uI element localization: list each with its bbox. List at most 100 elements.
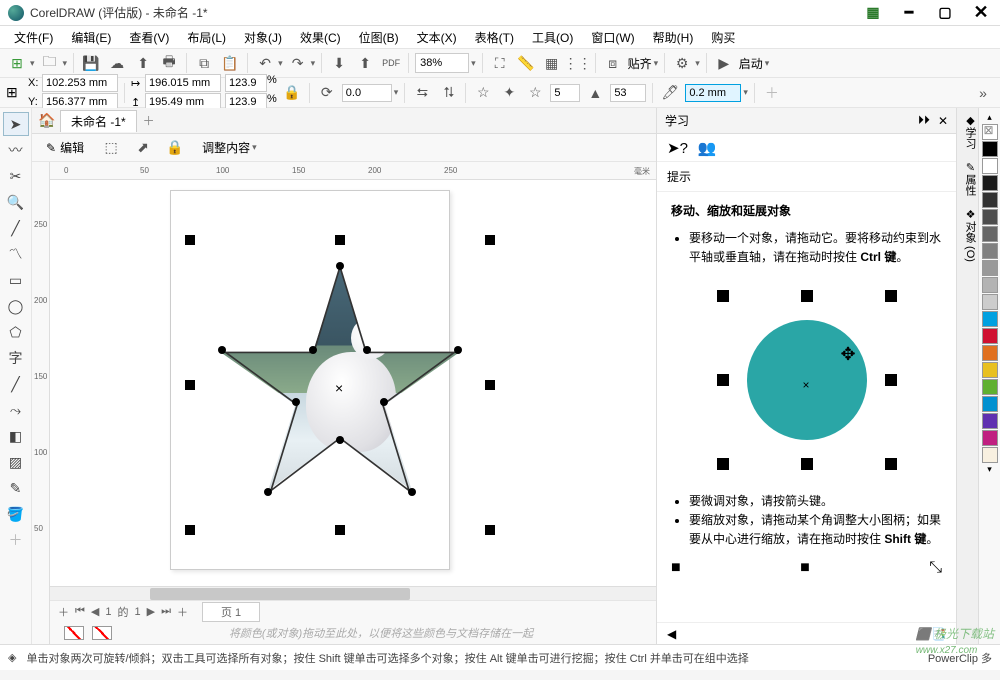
swatch[interactable] [982, 260, 998, 276]
edit-powerclip[interactable]: ✎编辑 [40, 137, 90, 158]
handle-tr[interactable] [485, 235, 495, 245]
menu-object[interactable]: 对象(J) [236, 27, 290, 48]
mirror-h-button[interactable]: ⮀ [411, 82, 433, 104]
snap-label[interactable]: 贴齐 [628, 55, 652, 72]
handle-mr[interactable] [485, 380, 495, 390]
excel-icon[interactable]: ▦ [862, 4, 884, 21]
swatch[interactable] [982, 362, 998, 378]
swatch[interactable] [982, 447, 998, 463]
palette-down-icon[interactable]: ▾ [987, 464, 992, 475]
toolbox-add[interactable]: ＋ [3, 528, 29, 552]
menu-window[interactable]: 窗口(W) [583, 27, 642, 48]
ellipse-tool[interactable]: ◯ [3, 294, 29, 318]
swatch[interactable] [982, 141, 998, 157]
swatch[interactable] [982, 413, 998, 429]
swatch[interactable] [982, 294, 998, 310]
menu-file[interactable]: 文件(F) [6, 27, 61, 48]
swatch[interactable] [982, 277, 998, 293]
handle-tl[interactable] [185, 235, 195, 245]
nav-prev[interactable]: ◀ [91, 605, 99, 618]
swatch[interactable] [982, 209, 998, 225]
parallel-dim-tool[interactable]: ╱ [3, 372, 29, 396]
add-page-button[interactable]: ＋ [58, 604, 69, 620]
points-input[interactable] [550, 84, 580, 102]
copy-button[interactable]: ⧉ [193, 52, 215, 74]
cloud-down-icon[interactable]: ☁ [106, 52, 128, 74]
angle-input[interactable] [342, 84, 392, 102]
swatch[interactable] [982, 345, 998, 361]
launch-label[interactable]: 启动 [739, 55, 763, 72]
swatch[interactable] [982, 311, 998, 327]
nav-next[interactable]: ▶ [147, 605, 155, 618]
palette-up-icon[interactable]: ▴ [987, 112, 992, 123]
swatch[interactable] [982, 192, 998, 208]
outline-width-input[interactable] [685, 84, 741, 102]
cloud-up-icon[interactable]: ⬆ [132, 52, 154, 74]
learn-tab-label[interactable]: 学习 [665, 112, 689, 129]
back-nav-icon[interactable]: ◀ [667, 627, 676, 641]
eyedropper-tool[interactable]: ✎ [3, 476, 29, 500]
polygon-tool[interactable]: ⬠ [3, 320, 29, 344]
scale-x-input[interactable] [225, 74, 267, 92]
swatch[interactable] [982, 175, 998, 191]
new-tab-button[interactable]: ＋ [139, 112, 159, 129]
overflow-icon[interactable]: » [972, 82, 994, 104]
text-tool[interactable]: 字 [3, 346, 29, 370]
swatch[interactable] [982, 396, 998, 412]
print-button[interactable]: 🖶 [158, 52, 180, 74]
canvas[interactable]: × [50, 180, 656, 586]
rectangle-tool[interactable]: ▭ [3, 268, 29, 292]
pdf-button[interactable]: PDF [380, 52, 402, 74]
community-icon[interactable]: 👥 [698, 139, 717, 157]
swatch[interactable] [982, 158, 998, 174]
extract-contents-icon[interactable]: ⬚ [100, 137, 122, 159]
pick-tool[interactable]: ➤ [3, 112, 29, 136]
h-scrollbar[interactable] [50, 586, 656, 600]
panel-close-icon[interactable]: ✕ [938, 114, 948, 128]
drop-shadow-tool[interactable]: ◧ [3, 424, 29, 448]
home-icon[interactable]: 🏠 [36, 110, 58, 132]
menu-tools[interactable]: 工具(O) [524, 27, 581, 48]
connector-tool[interactable]: ⤳ [3, 398, 29, 422]
swatch[interactable] [982, 243, 998, 259]
side-tab-learn[interactable]: ◆学习 [956, 108, 978, 155]
fill-tool[interactable]: 🪣 [3, 502, 29, 526]
freehand-tool[interactable]: ╱ [3, 216, 29, 240]
nav-last[interactable]: ⏭ [161, 605, 171, 618]
panel-collapse-icon[interactable]: ⏵⏵ [918, 113, 930, 128]
swatch[interactable] [982, 328, 998, 344]
handle-tc[interactable] [335, 235, 345, 245]
adjust-contents[interactable]: 调整内容 ▾ [196, 137, 263, 158]
menu-bitmap[interactable]: 位图(B) [351, 27, 407, 48]
transparency-tool[interactable]: ▨ [3, 450, 29, 474]
lock-ratio-button[interactable]: 🔒 [281, 82, 303, 104]
snap-icon[interactable]: ⧈ [602, 52, 624, 74]
launch-icon[interactable]: ▶ [713, 52, 735, 74]
menu-view[interactable]: 查看(V) [121, 27, 177, 48]
maximize-button[interactable]: ▢ [934, 4, 956, 21]
side-tab-properties[interactable]: ✎属性 [956, 155, 978, 202]
import-button[interactable]: ⬇ [328, 52, 350, 74]
selected-object[interactable]: × [190, 240, 490, 530]
crop-tool[interactable]: ✂ [3, 164, 29, 188]
new-button[interactable]: ⊞ [6, 52, 28, 74]
export-button[interactable]: ⬆ [354, 52, 376, 74]
minimize-button[interactable]: ━ [898, 4, 920, 21]
handle-bc[interactable] [335, 525, 345, 535]
add-button[interactable]: ＋ [761, 82, 783, 104]
mirror-v-button[interactable]: ⮁ [437, 82, 459, 104]
lock-contents-icon[interactable]: ⬈ [132, 137, 154, 159]
outline-swatch[interactable] [92, 626, 112, 640]
handle-ml[interactable] [185, 380, 195, 390]
shape-tool[interactable]: 〰 [3, 138, 29, 162]
menu-text[interactable]: 文本(X) [409, 27, 465, 48]
menu-help[interactable]: 帮助(H) [645, 27, 702, 48]
menu-table[interactable]: 表格(T) [467, 27, 522, 48]
add-page-after[interactable]: ＋ [177, 604, 188, 620]
redo-button[interactable]: ↷ [287, 52, 309, 74]
help-pointer-icon[interactable]: ➤? [667, 139, 688, 157]
options-button[interactable]: ⚙ [671, 52, 693, 74]
menu-layout[interactable]: 布局(L) [179, 27, 234, 48]
side-tab-objects[interactable]: ❖对象 (O) [956, 202, 978, 268]
paste-button[interactable]: 📋 [219, 52, 241, 74]
